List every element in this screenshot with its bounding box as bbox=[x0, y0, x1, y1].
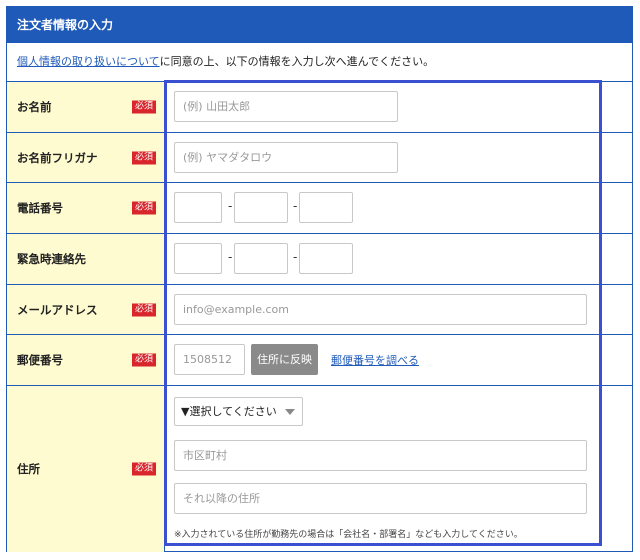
prefecture-select-value: ▼選択してください bbox=[181, 405, 277, 418]
row-phone: 電話番号 必須 - - bbox=[7, 183, 632, 234]
intro-rest: に同意の上、以下の情報を入力し次へ進んでください。 bbox=[159, 55, 435, 68]
label-address: 住所 bbox=[17, 462, 40, 476]
name-input[interactable]: (例) 山田太郎 bbox=[174, 91, 398, 122]
chevron-down-icon bbox=[285, 409, 295, 415]
intro-text: 個人情報の取り扱いについてに同意の上、以下の情報を入力し次へ進んでください。 bbox=[7, 43, 632, 82]
form-header: 注文者情報の入力 bbox=[7, 7, 632, 43]
email-input[interactable]: info@example.com bbox=[174, 294, 587, 325]
kana-input[interactable]: (例) ヤマダタロウ bbox=[174, 142, 398, 173]
label-emergency: 緊急時連絡先 bbox=[17, 252, 86, 266]
row-address: 住所 必須 ▼選択してください 市区町村 それ以降の住所 ※入力されている住所が… bbox=[7, 386, 632, 552]
phone-separator-1: - bbox=[228, 199, 233, 213]
phone-separator-2: - bbox=[293, 199, 298, 213]
postal-input[interactable]: 1508512 bbox=[174, 344, 245, 375]
label-name: お名前 bbox=[17, 100, 52, 114]
row-postal: 郵便番号 必須 1508512 住所に反映 郵便番号を調べる bbox=[7, 335, 632, 386]
label-postal: 郵便番号 bbox=[17, 353, 63, 367]
address-note: ※入力されている住所が勤務先の場合は「会社名・部署名」なども入力してください。 bbox=[174, 530, 523, 540]
emergency-input-2[interactable] bbox=[234, 243, 288, 274]
label-email: メールアドレス bbox=[17, 302, 98, 317]
prefecture-select[interactable]: ▼選択してください bbox=[174, 397, 303, 426]
emergency-input-3[interactable] bbox=[299, 243, 353, 274]
privacy-policy-link[interactable]: 個人情報の取り扱いについて bbox=[17, 55, 160, 68]
emergency-separator-2: - bbox=[293, 250, 298, 264]
phone-input-3[interactable] bbox=[299, 192, 353, 223]
required-badge: 必須 bbox=[132, 353, 157, 367]
row-emergency: 緊急時連絡先 - - bbox=[7, 234, 632, 285]
row-name: お名前 必須 (例) 山田太郎 bbox=[7, 82, 632, 133]
address-rest-input[interactable]: それ以降の住所 bbox=[174, 483, 587, 514]
phone-input-2[interactable] bbox=[234, 192, 288, 223]
label-phone: 電話番号 bbox=[17, 201, 63, 215]
required-badge: 必須 bbox=[132, 201, 157, 215]
row-email: メールアドレス 必須 info@example.com bbox=[7, 285, 632, 335]
label-kana: お名前フリガナ bbox=[17, 150, 98, 165]
apply-address-button[interactable]: 住所に反映 bbox=[251, 344, 318, 375]
emergency-separator-1: - bbox=[228, 250, 233, 264]
row-kana: お名前フリガナ 必須 (例) ヤマダタロウ bbox=[7, 133, 632, 183]
required-badge: 必須 bbox=[132, 462, 157, 476]
required-badge: 必須 bbox=[132, 100, 157, 114]
phone-input-1[interactable] bbox=[174, 192, 222, 223]
order-form: 注文者情報の入力 個人情報の取り扱いについてに同意の上、以下の情報を入力し次へ進… bbox=[6, 6, 633, 552]
emergency-input-1[interactable] bbox=[174, 243, 222, 274]
required-badge: 必須 bbox=[132, 151, 157, 164]
city-input[interactable]: 市区町村 bbox=[174, 440, 587, 471]
required-badge: 必須 bbox=[132, 303, 157, 316]
lookup-postal-link[interactable]: 郵便番号を調べる bbox=[331, 352, 419, 368]
